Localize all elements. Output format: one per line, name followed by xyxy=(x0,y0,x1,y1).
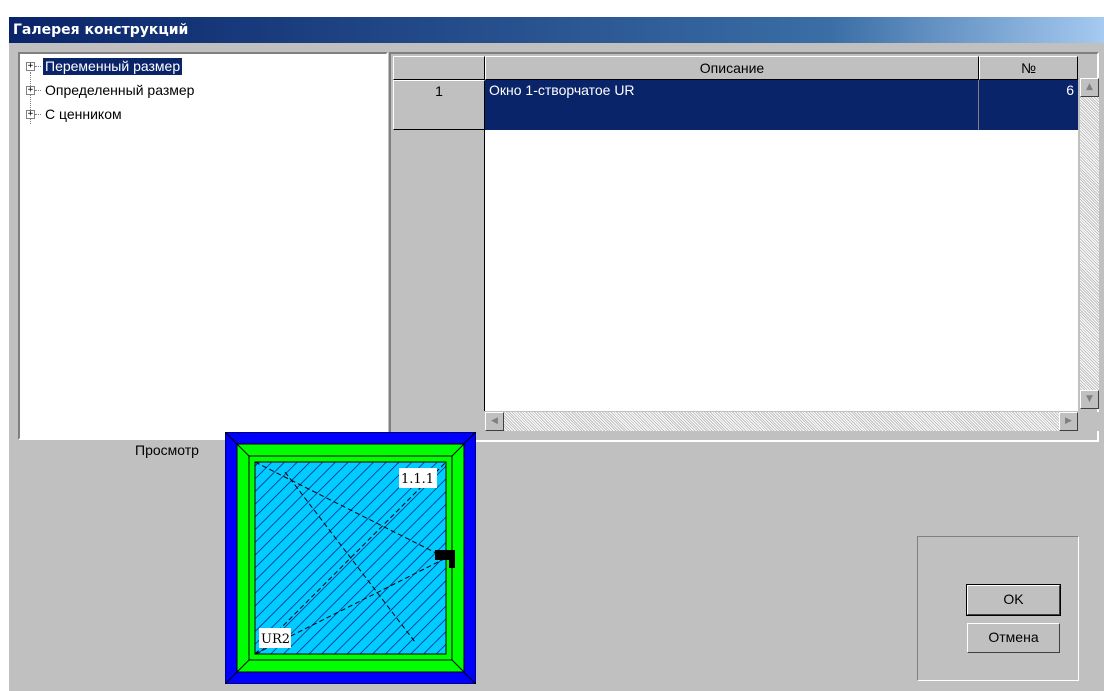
constructions-grid[interactable]: Описание № 1 Окно 1-створчатое UR 6 ▲ ▼ … xyxy=(389,52,1099,442)
cell-divider xyxy=(978,80,979,130)
type-label: UR2 xyxy=(261,632,290,647)
row-header-1[interactable]: 1 xyxy=(393,80,485,130)
scroll-right-icon[interactable]: ▶ xyxy=(1059,412,1078,431)
tree-item-label[interactable]: Переменный размер xyxy=(41,56,184,76)
vertical-scrollbar[interactable]: ▲ ▼ xyxy=(1080,78,1099,409)
preview-label: Просмотр xyxy=(135,442,199,458)
column-header-number[interactable]: № xyxy=(979,56,1078,80)
tree-branch-line xyxy=(35,113,41,115)
sash-label: 1.1.1 xyxy=(401,472,434,487)
buttons-panel: OK Отмена xyxy=(917,536,1079,681)
cell-number: 6 xyxy=(1066,82,1074,98)
scroll-left-icon[interactable]: ◀ xyxy=(485,412,504,431)
scrollbar-corner xyxy=(1080,412,1099,431)
cancel-button[interactable]: Отмена xyxy=(967,623,1060,653)
column-header-description[interactable]: Описание xyxy=(485,56,979,80)
expand-icon[interactable]: + xyxy=(26,61,35,71)
tree-branch-line xyxy=(35,89,41,91)
dialog-title: Галерея конструкций xyxy=(9,17,1104,43)
grid-body: Описание № 1 Окно 1-створчатое UR 6 xyxy=(393,56,1078,411)
row-header-footer xyxy=(393,412,485,431)
window-preview: 1.1.1 UR2 xyxy=(223,431,478,685)
tree-item-label[interactable]: Определенный размер xyxy=(43,82,196,99)
window-drawing-icon: 1.1.1 UR2 xyxy=(223,431,478,685)
table-row[interactable]: Окно 1-створчатое UR 6 xyxy=(485,80,1078,130)
scroll-up-icon[interactable]: ▲ xyxy=(1080,78,1099,97)
tree-branch-line xyxy=(35,65,41,67)
column-header-corner xyxy=(393,56,485,80)
gallery-dialog: Галерея конструкций + Переменный размер … xyxy=(9,17,1104,691)
horizontal-scrollbar[interactable]: ◀ ▶ xyxy=(485,412,1078,431)
scroll-down-icon[interactable]: ▼ xyxy=(1080,390,1099,409)
tree-item-label[interactable]: С ценником xyxy=(43,106,124,123)
cell-description: Окно 1-створчатое UR xyxy=(489,82,635,98)
expand-icon[interactable]: + xyxy=(26,109,35,119)
ok-button[interactable]: OK xyxy=(966,584,1061,616)
expand-icon[interactable]: + xyxy=(26,85,35,95)
category-tree[interactable]: + Переменный размер + Определенный разме… xyxy=(18,52,388,440)
